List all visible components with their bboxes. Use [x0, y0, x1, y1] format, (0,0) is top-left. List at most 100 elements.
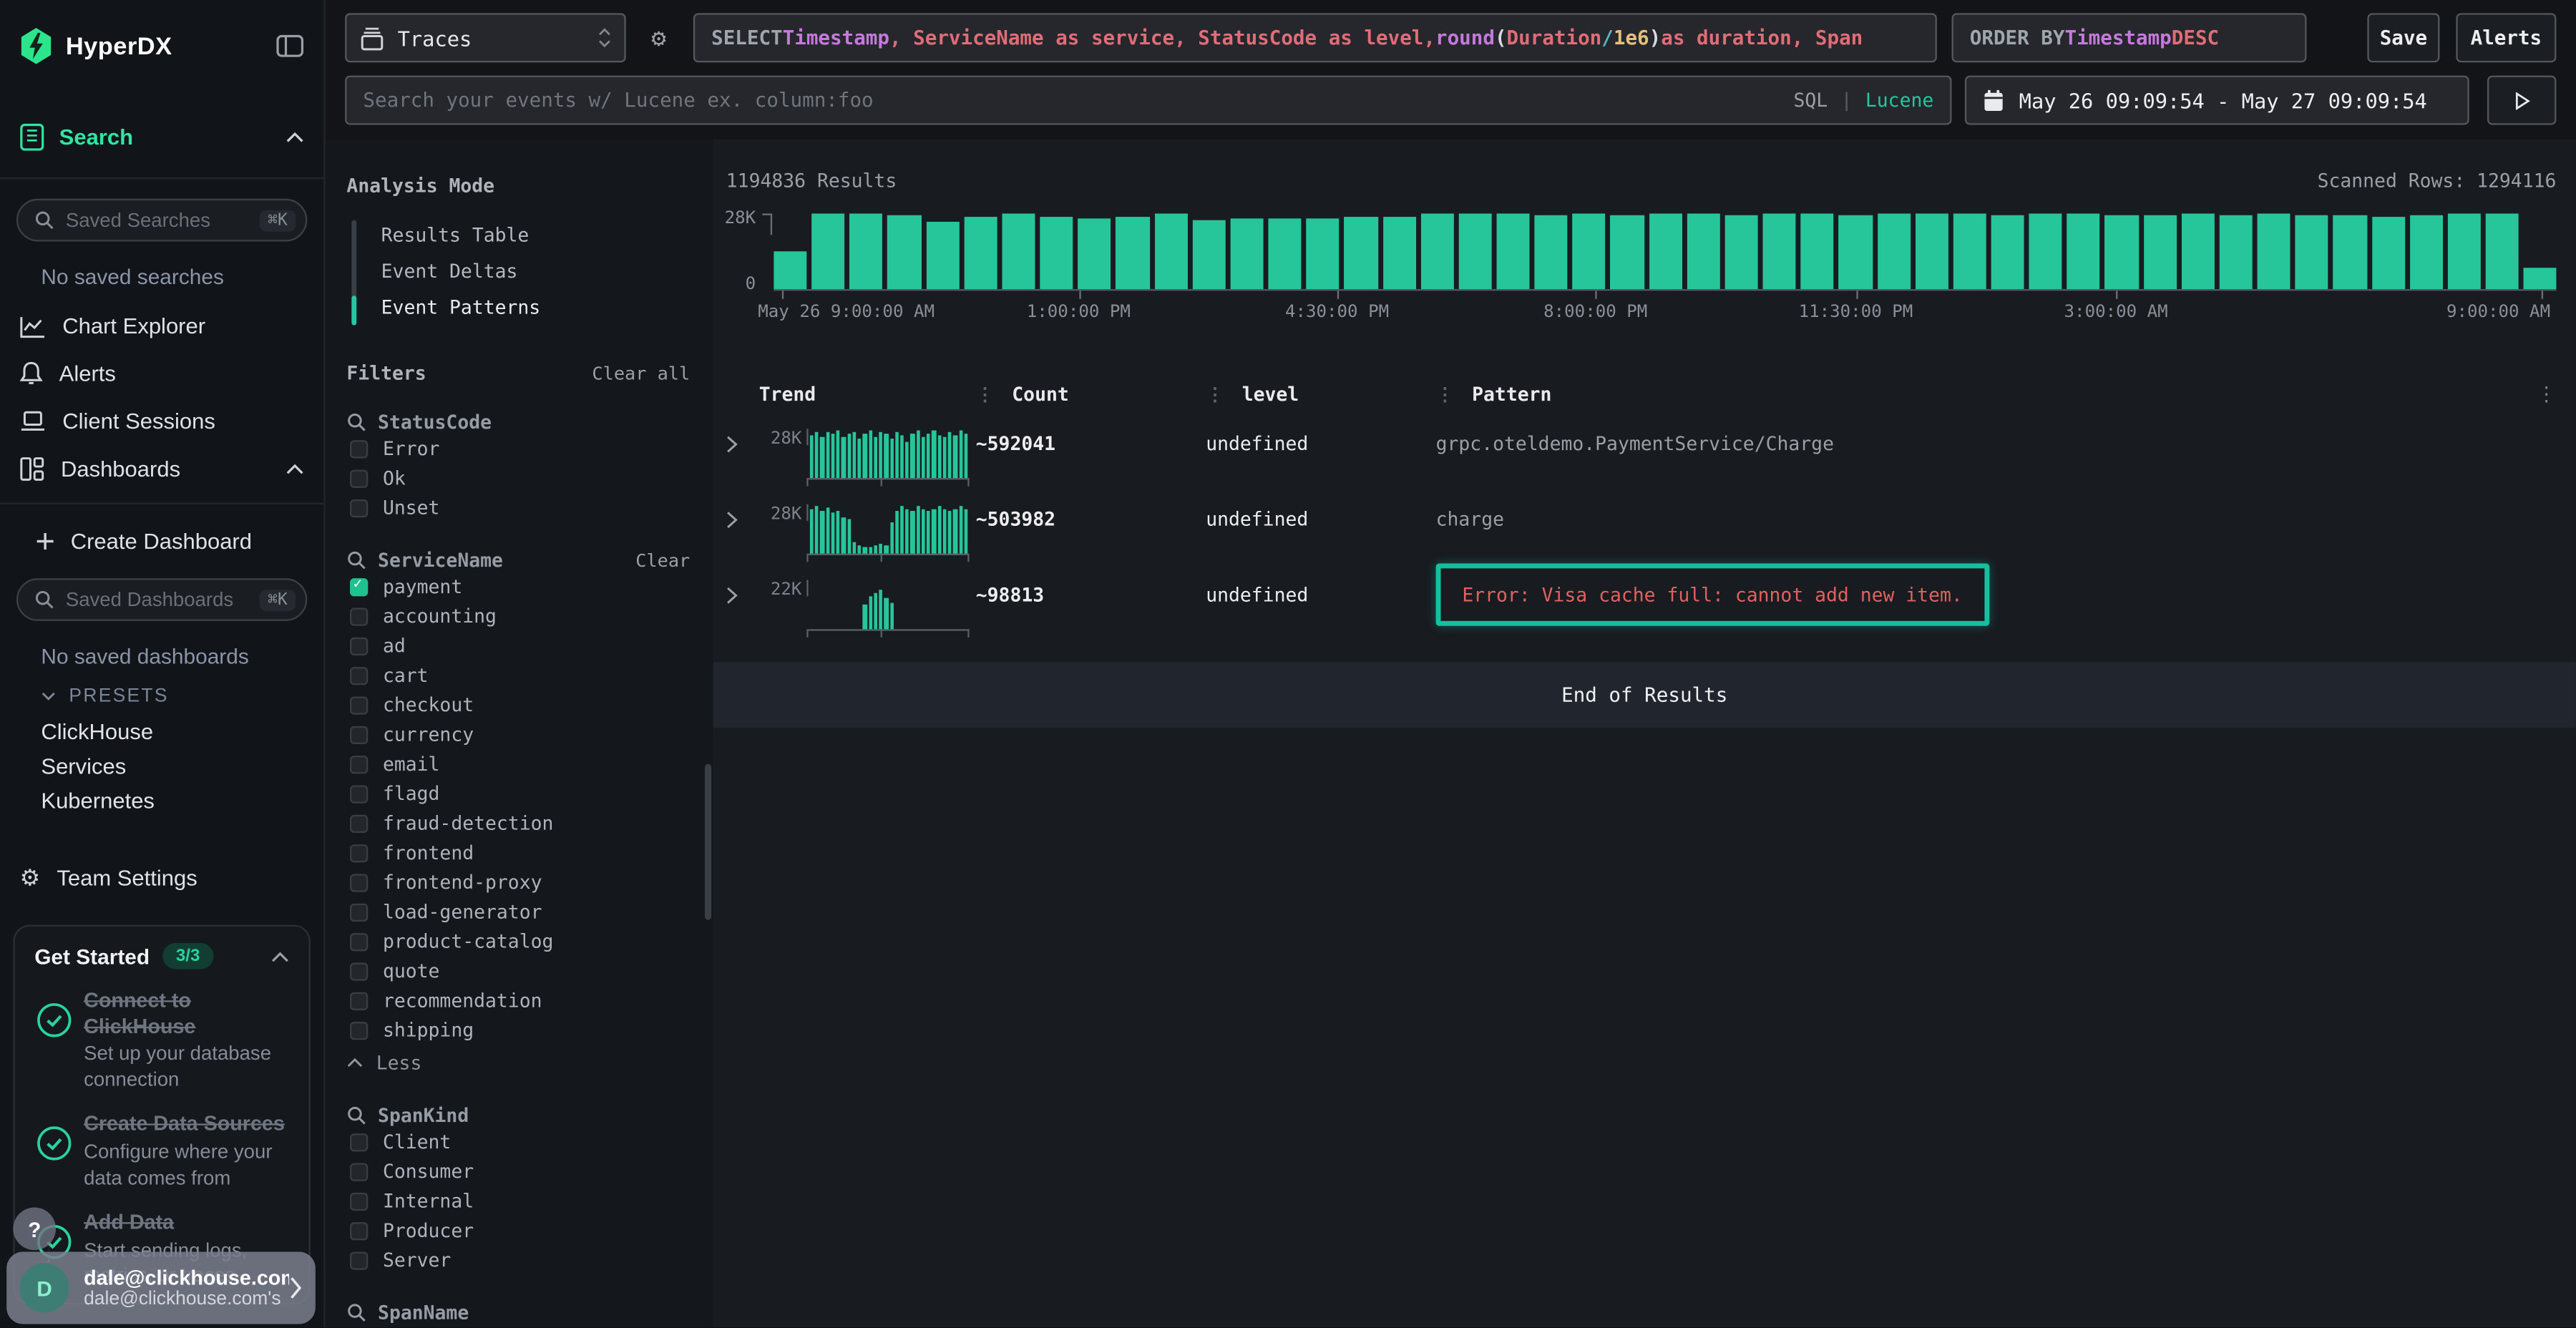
analysis-mode-item-results-table[interactable]: Results Table	[365, 217, 713, 253]
histogram-bar[interactable]	[812, 213, 845, 289]
row-expand-chevron-icon[interactable]	[720, 501, 759, 563]
histogram-bar[interactable]	[2409, 215, 2442, 289]
column-header-level[interactable]: ⋮level	[1206, 383, 1435, 406]
checkbox[interactable]	[350, 1021, 368, 1039]
checkbox[interactable]	[350, 1162, 368, 1180]
row-expand-chevron-icon[interactable]	[720, 577, 759, 639]
filter-option--closure-[interactable]: {closure}	[346, 1324, 713, 1327]
filter-option-internal[interactable]: Internal	[346, 1186, 713, 1216]
column-drag-handle-icon[interactable]: ⋮	[1436, 384, 1453, 405]
histogram-bar[interactable]	[1345, 216, 1377, 289]
histogram-bar[interactable]	[1458, 213, 1491, 289]
checkbox[interactable]	[350, 992, 368, 1010]
analysis-mode-item-event-deltas[interactable]: Event Deltas	[365, 253, 713, 290]
histogram-bar[interactable]	[1040, 218, 1073, 289]
sidebar-item-client-sessions[interactable]: Client Sessions	[0, 398, 323, 446]
histogram-bar[interactable]	[850, 213, 883, 289]
filter-option-flagd[interactable]: flagd	[346, 778, 713, 808]
table-row[interactable]: 28K~592041undefinedgrpc.oteldemo.Payment…	[720, 426, 2557, 488]
histogram-bar[interactable]	[1915, 213, 1948, 289]
checkbox[interactable]	[350, 577, 368, 595]
sidebar-item-chart-explorer[interactable]: Chart Explorer	[0, 302, 323, 350]
filter-option-frontend-proxy[interactable]: frontend-proxy	[346, 867, 713, 897]
column-header-pattern[interactable]: ⋮Pattern	[1436, 383, 2530, 406]
histogram-bar[interactable]	[1382, 216, 1415, 289]
source-settings-gear-icon[interactable]: ⚙	[634, 23, 683, 52]
filter-option-email[interactable]: email	[346, 749, 713, 778]
checkbox[interactable]	[350, 1133, 368, 1151]
column-header-trend[interactable]: Trend	[759, 383, 976, 406]
histogram-bar[interactable]	[1687, 213, 1719, 289]
checkbox[interactable]	[350, 1251, 368, 1269]
filter-option-client[interactable]: Client	[346, 1127, 713, 1156]
filter-option-error[interactable]: Error	[346, 434, 713, 463]
preset-item-services[interactable]: Services	[0, 749, 323, 783]
checkbox[interactable]	[350, 873, 368, 891]
histogram-bar[interactable]	[774, 250, 806, 289]
filter-option-product-catalog[interactable]: product-catalog	[346, 927, 713, 956]
histogram-bar[interactable]	[1724, 215, 1757, 289]
histogram-bar[interactable]	[1192, 220, 1225, 289]
histogram-bar[interactable]	[1535, 215, 1568, 289]
filter-option-server[interactable]: Server	[346, 1245, 713, 1274]
sidebar-item-dashboards[interactable]: Dashboards	[0, 445, 323, 493]
histogram-bar[interactable]	[1991, 215, 2024, 289]
row-expand-chevron-icon[interactable]	[720, 426, 759, 488]
filter-option-ad[interactable]: ad	[346, 631, 713, 660]
histogram-bar[interactable]	[1763, 213, 1796, 289]
filters-scrollbar[interactable]	[705, 764, 711, 920]
histogram-bar[interactable]	[888, 215, 921, 289]
histogram-bar[interactable]	[1154, 213, 1187, 289]
order-by-input[interactable]: ORDER BY Timestamp DESC	[1952, 13, 2307, 62]
filter-option-accounting[interactable]: accounting	[346, 601, 713, 630]
search-input[interactable]: Search your events w/ Lucene ex. column:…	[345, 76, 1951, 125]
alerts-button[interactable]: Alerts	[2456, 13, 2556, 62]
error-pattern-highlight[interactable]: Error: Visa cache full: cannot add new i…	[1436, 563, 1989, 625]
table-row[interactable]: 22K~98813undefinedError: Visa cache full…	[720, 577, 2557, 639]
checkbox[interactable]	[350, 1221, 368, 1239]
filter-option-currency[interactable]: currency	[346, 720, 713, 749]
histogram-bar[interactable]	[964, 218, 997, 289]
checkbox[interactable]	[350, 903, 368, 921]
preset-item-kubernetes[interactable]: Kubernetes	[0, 783, 323, 818]
filter-group-clear[interactable]: Clear	[635, 550, 690, 571]
checkbox[interactable]	[350, 469, 368, 487]
checkbox[interactable]	[350, 499, 368, 517]
checkbox[interactable]	[350, 814, 368, 832]
analysis-mode-item-event-patterns[interactable]: Event Patterns	[365, 289, 713, 326]
language-sql-toggle[interactable]: SQL	[1794, 89, 1828, 112]
filters-clear-all[interactable]: Clear all	[592, 362, 690, 384]
filter-option-consumer[interactable]: Consumer	[346, 1156, 713, 1186]
save-button[interactable]: Save	[2367, 13, 2439, 62]
histogram-bar[interactable]	[1953, 213, 1986, 289]
checkbox[interactable]	[350, 726, 368, 743]
histogram-bar[interactable]	[2143, 215, 2176, 289]
chevron-up-icon[interactable]	[271, 950, 289, 962]
histogram-bar[interactable]	[1269, 219, 1302, 289]
chevron-up-icon[interactable]	[286, 131, 303, 142]
filter-option-quote[interactable]: quote	[346, 956, 713, 985]
histogram-bar[interactable]	[926, 222, 959, 289]
column-drag-handle-icon[interactable]: ⋮	[976, 384, 992, 405]
histogram-bar[interactable]	[2105, 215, 2138, 289]
user-menu[interactable]: D dale@clickhouse.com dale@clickhouse.co…	[6, 1251, 316, 1324]
histogram-bar[interactable]	[1611, 215, 1644, 289]
histogram-bar[interactable]	[2333, 215, 2366, 289]
sidebar-item-team-settings[interactable]: ⚙ Team Settings	[0, 854, 323, 902]
sidebar-item-search[interactable]: Search	[0, 112, 323, 161]
histogram-bar[interactable]	[2220, 215, 2253, 289]
show-less-toggle[interactable]: Less	[346, 1048, 713, 1078]
saved-dashboards-input[interactable]: Saved Dashboards ⌘K	[16, 578, 307, 621]
filter-option-load-generator[interactable]: load-generator	[346, 897, 713, 927]
checkbox[interactable]	[350, 695, 368, 713]
source-select[interactable]: Traces	[345, 13, 626, 62]
date-range-picker[interactable]: May 26 09:09:54 - May 27 09:09:54	[1965, 76, 2469, 125]
filter-option-cart[interactable]: cart	[346, 660, 713, 690]
histogram-bar[interactable]	[1420, 213, 1453, 289]
histogram-bar[interactable]	[1839, 215, 1872, 289]
histogram-bar[interactable]	[2371, 216, 2404, 289]
filter-option-payment[interactable]: payment	[346, 572, 713, 601]
table-row[interactable]: 28K~503982undefinedcharge	[720, 501, 2557, 563]
histogram-bar[interactable]	[1496, 213, 1529, 289]
filter-option-fraud-detection[interactable]: fraud-detection	[346, 809, 713, 838]
